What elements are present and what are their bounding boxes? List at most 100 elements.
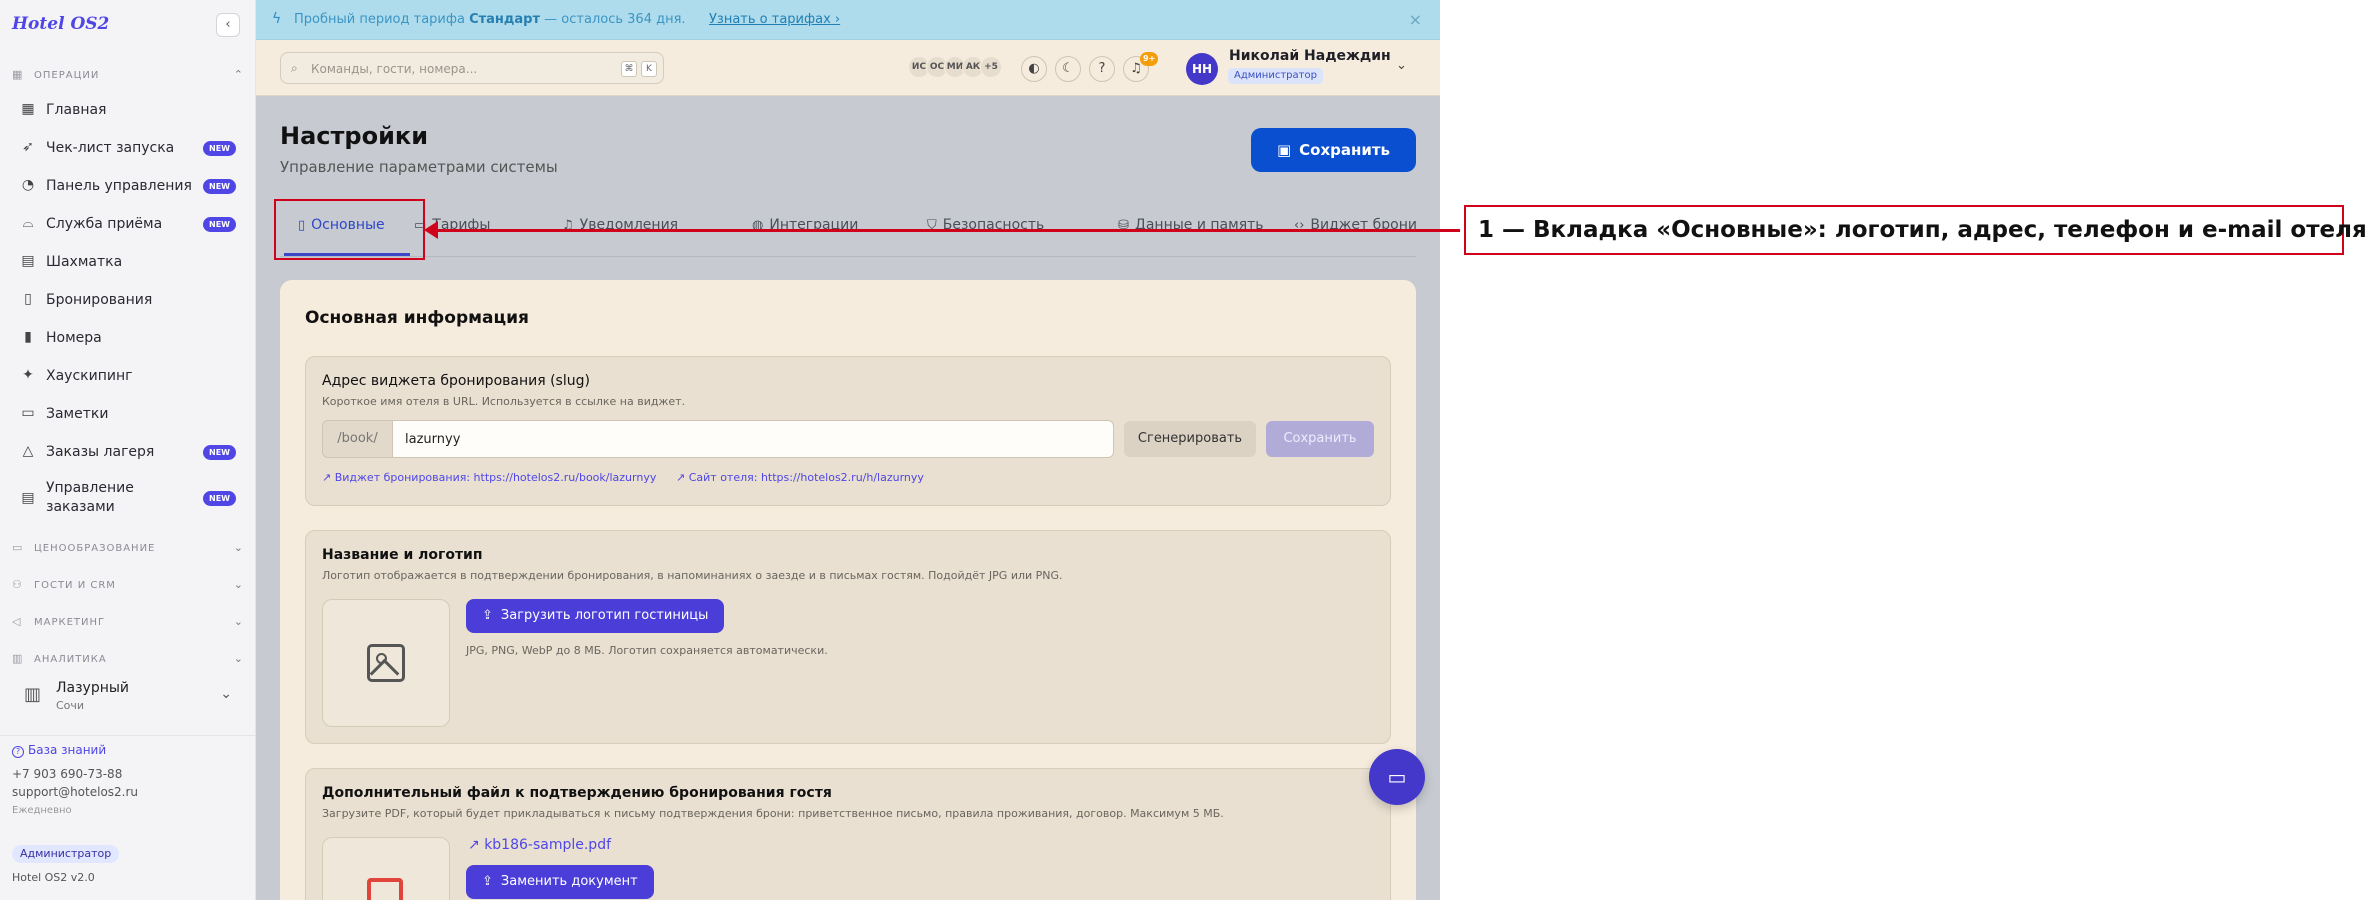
annotation-highlight [274, 199, 425, 260]
logo-heading: Название и логотип [322, 547, 483, 563]
sidebar-item-rooms[interactable]: ▮ Номера [12, 320, 244, 356]
pdf-thumbnail[interactable] [322, 837, 450, 900]
support-schedule: Ежедневно [12, 805, 72, 816]
attachment-description: Загрузите PDF, который будет прикладыват… [322, 807, 1224, 820]
command-search[interactable]: ⌕ Команды, гости, номера... ⌘ K [280, 52, 664, 84]
replace-document-button[interactable]: ⇪ Заменить документ [466, 865, 654, 899]
chevron-up-icon: ⌃ [233, 68, 244, 81]
new-badge: NEW [203, 217, 236, 232]
collapse-sidebar-button[interactable]: ‹ [216, 13, 240, 37]
section-analytics[interactable]: ▥ АНАЛИТИКА ⌄ [12, 652, 244, 668]
user-name[interactable]: Николай Надеждин [1229, 48, 1391, 64]
help-icon[interactable]: ? [1089, 56, 1115, 82]
online-users-more[interactable]: +5 [980, 56, 1002, 78]
external-link-icon: ↗ [676, 471, 686, 484]
section-marketing[interactable]: ◁ МАРКЕТИНГ ⌄ [12, 615, 244, 631]
site-url-link[interactable]: ↗ Сайт отеля: https://hotelos2.ru/h/lazu… [676, 471, 924, 484]
annotation-connector [436, 229, 1460, 232]
upload-logo-button[interactable]: ⇪ Загрузить логотип гостиницы [466, 599, 725, 633]
sidebar-item-notes[interactable]: ▭ Заметки [12, 396, 244, 432]
support-phone[interactable]: +7 903 690-73-88 [12, 767, 122, 781]
search-icon: ⌕ [291, 61, 298, 75]
pdf-file-icon [367, 878, 403, 900]
support-email[interactable]: support@hotelos2.ru [12, 785, 138, 799]
sparkles-icon: ✦ [22, 367, 34, 383]
grid-icon: ▦ [12, 68, 24, 81]
chevron-right-icon: › [834, 12, 841, 27]
notification-count-badge: 9+ [1140, 52, 1159, 66]
kbd-k: K [641, 61, 657, 77]
attachment-section: Дополнительный файл к подтверждению брон… [305, 768, 1391, 900]
floppy-icon: ▣ [1276, 141, 1292, 159]
general-info-card: Основная информация Адрес виджета бронир… [280, 280, 1416, 900]
users-icon: ⚇ [12, 578, 23, 591]
app-window: Hotel OS2 ‹ ▦ ОПЕРАЦИИ ⌃ ▦ Главная ➶ Чек… [0, 0, 1440, 900]
wallet-icon: ▭ [12, 541, 24, 554]
card-title: Основная информация [305, 308, 529, 328]
trial-text: Пробный период тарифа Стандарт — осталос… [294, 12, 686, 27]
logo-description: Логотип отображается в подтверждении бро… [322, 569, 1063, 582]
sidebar-item-camp-orders[interactable]: △ Заказы лагеря NEW [12, 434, 244, 470]
moon-icon[interactable]: ☾ [1055, 56, 1081, 82]
sidebar-item-chessboard[interactable]: ▤ Шахматка [12, 244, 244, 280]
sidebar-item-front-desk[interactable]: ⌓ Служба приёма NEW [12, 206, 244, 242]
logo-hint: JPG, PNG, WebP до 8 МБ. Логотип сохраняе… [466, 644, 828, 657]
hotel-name: Лазурный [56, 680, 130, 696]
slug-input[interactable] [392, 420, 1114, 458]
section-pricing[interactable]: ▭ ЦЕНООБРАЗОВАНИЕ ⌄ [12, 541, 244, 557]
brand-logo[interactable]: Hotel OS2 [12, 14, 109, 34]
section-operations[interactable]: ▦ ОПЕРАЦИИ ⌃ [12, 68, 244, 84]
chat-button[interactable]: ▭ [1369, 749, 1425, 805]
knowledge-base-link[interactable]: ? База знаний [12, 743, 106, 758]
sidebar: Hotel OS2 ‹ ▦ ОПЕРАЦИИ ⌃ ▦ Главная ➶ Чек… [0, 0, 256, 900]
generate-slug-button[interactable]: Сгенерировать [1124, 421, 1256, 457]
note-icon: ▭ [21, 405, 35, 421]
bell-desk-icon: ⌓ [22, 215, 34, 231]
section-guests-crm[interactable]: ⚇ ГОСТИ И CRM ⌄ [12, 578, 244, 594]
chat-bubble-icon: ▭ [1387, 765, 1407, 789]
new-badge: NEW [203, 445, 236, 460]
table-grid-icon: ▤ [21, 253, 35, 269]
annotation-label: 1 — Вкладка «Основные»: логотип, адрес, … [1464, 205, 2366, 255]
attachment-heading: Дополнительный файл к подтверждению брон… [322, 785, 832, 801]
save-settings-button[interactable]: ▣ Сохранить [1251, 128, 1416, 172]
sidebar-footer-divider [0, 735, 256, 736]
chevron-down-icon[interactable]: ⌄ [1396, 58, 1407, 73]
sidebar-item-control-panel[interactable]: ◔ Панель управления NEW [12, 168, 244, 204]
hotel-switcher[interactable]: ▥ Лазурный Сочи ⌄ [12, 672, 244, 720]
dashboard-icon: ▦ [21, 101, 35, 117]
sidebar-item-housekeeping[interactable]: ✦ Хаускипинг [12, 358, 244, 394]
palette-icon[interactable]: ◐ [1021, 56, 1047, 82]
new-badge: NEW [203, 179, 236, 194]
topbar: ⌕ Команды, гости, номера... ⌘ K ИС ОС МИ… [256, 40, 1440, 96]
receipt-icon: ▤ [21, 490, 35, 506]
kbd-cmd: ⌘ [621, 61, 637, 77]
trial-banner: ϟ Пробный период тарифа Стандарт — остал… [256, 0, 1440, 40]
slug-section: Адрес виджета бронирования (slug) Коротк… [305, 356, 1391, 506]
sidebar-item-order-management[interactable]: ▤ Управление заказами NEW [12, 479, 244, 519]
sidebar-item-home[interactable]: ▦ Главная [12, 92, 244, 128]
attached-file-link[interactable]: ↗ kb186-sample.pdf [468, 837, 611, 853]
user-avatar[interactable]: НН [1186, 53, 1218, 85]
sidebar-item-launch-checklist[interactable]: ➶ Чек-лист запуска NEW [12, 130, 244, 166]
pricing-link[interactable]: Узнать о тарифах › [709, 12, 840, 27]
slug-heading: Адрес виджета бронирования (slug) [322, 373, 590, 389]
user-role-badge: Администратор [1228, 68, 1323, 84]
upload-icon: ⇪ [482, 874, 493, 889]
main-content: ϟ Пробный период тарифа Стандарт — остал… [256, 0, 1440, 900]
help-circle-icon: ? [12, 746, 24, 758]
chevron-down-icon: ⌄ [233, 541, 244, 554]
logo-section: Название и логотип Логотип отображается … [305, 530, 1391, 744]
logo-placeholder[interactable] [322, 599, 450, 727]
external-link-icon: ↗ [468, 837, 480, 853]
new-badge: NEW [203, 491, 236, 506]
chevron-down-icon: ⌄ [233, 615, 244, 628]
close-banner-button[interactable]: × [1409, 10, 1422, 29]
chevron-down-icon: ⌄ [233, 652, 244, 665]
save-slug-button[interactable]: Сохранить [1266, 421, 1374, 457]
rocket-icon: ➶ [22, 139, 34, 155]
chart-icon: ▥ [12, 652, 24, 665]
widget-url-link[interactable]: ↗ Виджет бронирования: https://hotelos2.… [322, 471, 656, 484]
external-link-icon: ↗ [322, 471, 332, 484]
sidebar-item-bookings[interactable]: ▯ Бронирования [12, 282, 244, 318]
